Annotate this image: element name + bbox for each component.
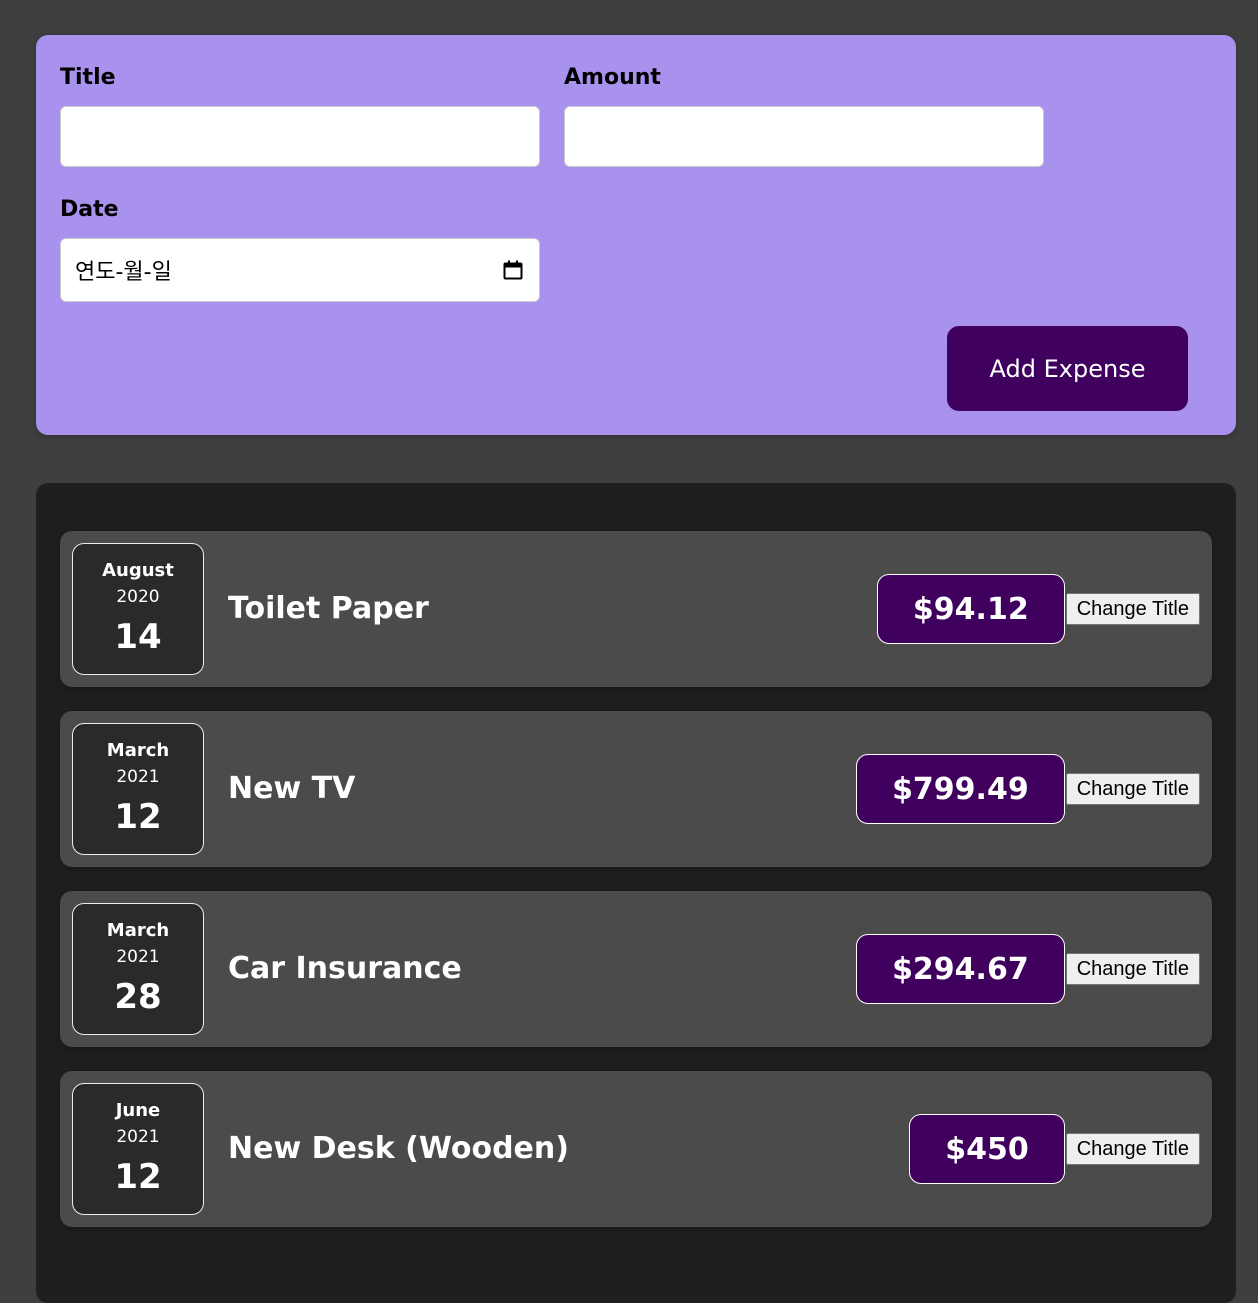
expenses-list: August 2020 14 Toilet Paper $94.12 Chang…	[36, 483, 1236, 1303]
expense-date: August 2020 14	[72, 543, 204, 675]
expense-item: August 2020 14 Toilet Paper $94.12 Chang…	[60, 531, 1212, 687]
date-placeholder: 연도-월-일	[75, 260, 172, 285]
expense-actions: $94.12 Change Title	[876, 531, 1200, 687]
add-expense-button[interactable]: Add Expense	[947, 326, 1188, 411]
expense-day: 12	[114, 797, 162, 837]
expense-price: $799.49	[856, 754, 1065, 824]
expense-price: $450	[909, 1114, 1065, 1184]
change-title-button[interactable]: Change Title	[1065, 1133, 1200, 1165]
change-title-button[interactable]: Change Title	[1065, 773, 1200, 805]
expense-month: August	[102, 560, 174, 581]
expense-item: March 2021 12 New TV $799.49 Change Titl…	[60, 711, 1212, 867]
expense-price: $294.67	[856, 934, 1065, 1004]
expense-item: March 2021 28 Car Insurance $294.67 Chan…	[60, 891, 1212, 1047]
expense-date: March 2021 12	[72, 723, 204, 855]
expense-day: 28	[114, 977, 162, 1017]
expense-day: 12	[114, 1157, 162, 1197]
expense-title: Car Insurance	[228, 951, 462, 986]
expense-month: March	[106, 740, 170, 761]
expense-actions: $799.49 Change Title	[856, 711, 1200, 867]
expense-month: March	[106, 920, 170, 941]
expense-year: 2021	[116, 1127, 160, 1147]
date-label: Date	[60, 197, 119, 222]
expense-month: June	[115, 1100, 161, 1121]
new-expense-form: Title Amount Date 연도-월-일 Add Expense	[36, 35, 1236, 435]
expense-actions: $294.67 Change Title	[856, 891, 1200, 1047]
expense-date: June 2021 12	[72, 1083, 204, 1215]
expense-item: June 2021 12 New Desk (Wooden) $450 Chan…	[60, 1071, 1212, 1227]
calendar-icon[interactable]	[503, 260, 523, 280]
expense-year: 2021	[116, 767, 160, 787]
title-input[interactable]	[60, 106, 540, 167]
date-input[interactable]: 연도-월-일	[60, 238, 540, 302]
change-title-button[interactable]: Change Title	[1065, 953, 1200, 985]
expense-actions: $450 Change Title	[909, 1071, 1200, 1227]
expense-date: March 2021 28	[72, 903, 204, 1035]
expense-year: 2021	[116, 947, 160, 967]
change-title-button[interactable]: Change Title	[1065, 593, 1200, 625]
expense-day: 14	[114, 617, 162, 657]
title-label: Title	[60, 65, 116, 90]
expense-year: 2020	[116, 587, 160, 607]
expense-title: Toilet Paper	[228, 591, 429, 626]
amount-input[interactable]	[564, 106, 1044, 167]
amount-label: Amount	[564, 65, 661, 90]
expense-title: New Desk (Wooden)	[228, 1131, 569, 1166]
expense-title: New TV	[228, 771, 356, 806]
expense-price: $94.12	[876, 574, 1065, 644]
